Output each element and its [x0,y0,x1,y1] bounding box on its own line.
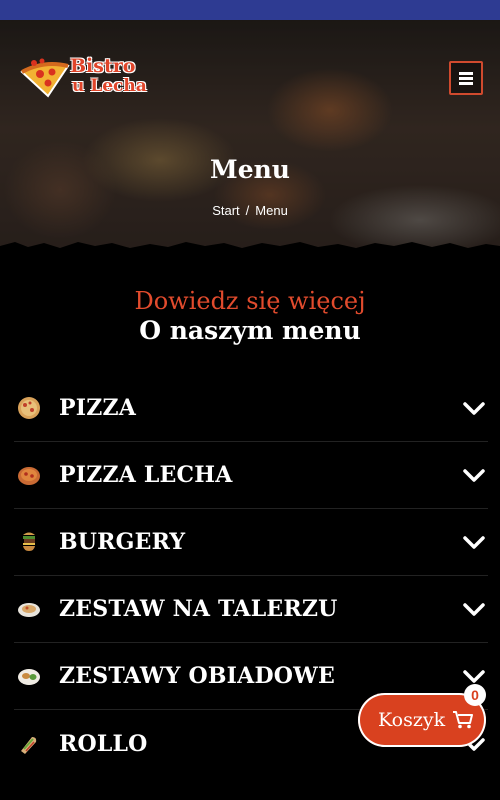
breadcrumb-separator: / [245,203,250,218]
plate-icon [16,596,42,622]
section-subtitle: Dowiedz się więcej [134,287,366,315]
hamburger-menu-button[interactable] [449,61,483,95]
cart-button[interactable]: Koszyk 0 [358,684,486,747]
menu-category-label: ZESTAWY OBIADOWE [59,663,335,689]
chevron-down-icon[interactable] [462,530,486,554]
pizza-logo-icon [20,58,70,98]
breadcrumb-home-link[interactable]: Start [212,203,239,218]
menu-category-zestaw-na-talerzu[interactable]: ZESTAW NA TALERZU [14,576,488,643]
dinner-icon [16,663,42,689]
page-title: Menu [210,155,290,184]
menu-category-label: ZESTAW NA TALERZU [59,596,338,622]
menu-category-label: BURGERY [59,529,186,555]
menu-category-pizza[interactable]: PIZZA [14,375,488,442]
chevron-down-icon[interactable] [462,463,486,487]
pizza-lecha-icon [16,462,42,488]
section-title: O naszym menu [139,316,361,345]
chevron-down-icon[interactable] [462,396,486,420]
pizza-icon [16,395,42,421]
rollo-icon [16,731,42,757]
menu-category-label: PIZZA [59,395,137,421]
menu-category-pizza-lecha[interactable]: PIZZA LECHA [14,442,488,509]
breadcrumb-current: Menu [255,203,288,218]
breadcrumb: Start / Menu [0,203,500,218]
top-strip [0,0,500,20]
hamburger-icon [459,71,473,85]
torn-edge [0,242,500,262]
cart-icon [453,711,474,729]
logo-line2: u Lecha [72,76,147,96]
logo[interactable]: Bistro u Lecha [18,56,150,102]
burger-icon [16,529,42,555]
cart-label: Koszyk [378,709,446,731]
logo-line1: Bistro [70,55,136,77]
chevron-down-icon[interactable] [462,597,486,621]
cart-count-badge: 0 [464,684,486,706]
menu-category-label: PIZZA LECHA [59,462,233,488]
menu-category-burgery[interactable]: BURGERY [14,509,488,576]
